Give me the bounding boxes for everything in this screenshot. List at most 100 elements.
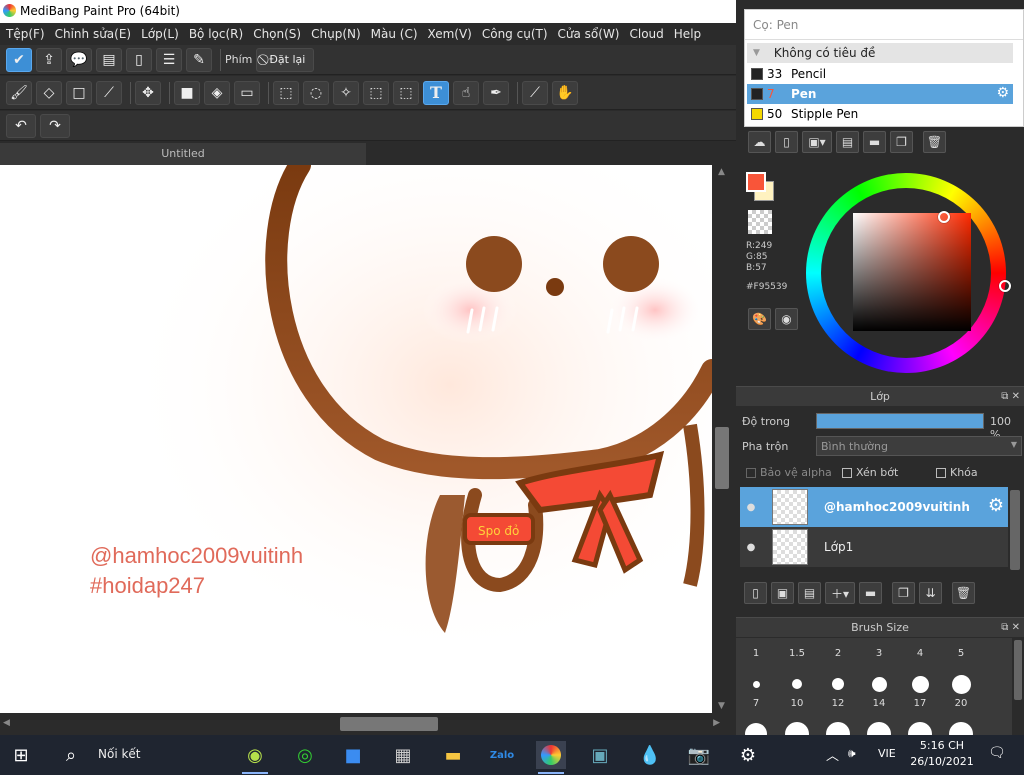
brush-item-stipple-pen[interactable]: 50 Stipple Pen	[747, 104, 1013, 124]
menu-layer[interactable]: Lớp(L)	[139, 27, 187, 41]
lock-checkbox[interactable]	[936, 467, 946, 478]
brush-size-preset[interactable]	[871, 676, 887, 692]
trash-icon[interactable]: 🗑	[923, 131, 946, 153]
trash-icon[interactable]: 🗑	[952, 582, 975, 604]
input-language[interactable]: VIE	[878, 747, 896, 760]
comment-icon[interactable]: 💬	[66, 47, 92, 72]
eyedropper-icon[interactable]: ⟋	[522, 80, 548, 105]
notification-icon[interactable]: 🗨	[988, 745, 1006, 761]
camera-icon[interactable]: 📷	[684, 741, 714, 769]
speaker-icon[interactable]: 🕪	[848, 746, 856, 761]
drawing-canvas[interactable]: Spo đỏ @hamhoc2009vuitinh #hoidap247	[0, 165, 712, 713]
horizontal-scroll-thumb[interactable]	[340, 717, 438, 731]
clipping-option[interactable]: Xén bớt	[842, 466, 898, 479]
menu-snap[interactable]: Chụp(N)	[309, 27, 369, 41]
menu-edit[interactable]: Chỉnh sửa(E)	[53, 27, 140, 41]
page-icon[interactable]: ▯	[126, 47, 152, 72]
medibang-icon[interactable]	[536, 741, 566, 774]
menu-file[interactable]: Tệp(F)	[4, 27, 53, 41]
scroll-up-icon[interactable]: ▲	[718, 167, 725, 177]
bucket-icon[interactable]: ◈	[204, 80, 230, 105]
chat-icon[interactable]: ▤	[96, 47, 122, 72]
select-eraser-icon[interactable]: ⬚	[393, 80, 419, 105]
pen-icon[interactable]: ✒	[483, 80, 509, 105]
folder-icon[interactable]: ▬	[859, 582, 882, 604]
lock-option[interactable]: Khóa	[936, 466, 978, 479]
folder-icon[interactable]: ▬	[863, 131, 886, 153]
share-icon[interactable]: ⇪	[36, 47, 62, 72]
gear-icon[interactable]: ⚙	[996, 85, 1009, 101]
scroll-down-icon[interactable]: ▼	[718, 701, 725, 711]
color-settings-icon[interactable]: ◉	[775, 308, 798, 330]
search-icon[interactable]: ⌕	[56, 741, 86, 769]
brush-item-pencil[interactable]: 33 Pencil	[747, 64, 1013, 84]
brush-size-preset[interactable]	[752, 680, 760, 688]
menu-help[interactable]: Help	[672, 27, 709, 41]
chevron-up-icon[interactable]: ︿	[826, 745, 839, 764]
protect-alpha-checkbox[interactable]	[746, 467, 756, 478]
clipping-checkbox[interactable]	[842, 467, 852, 478]
menu-tools[interactable]: Công cụ(T)	[480, 27, 556, 41]
list-icon[interactable]: ☰	[156, 47, 182, 72]
color-wheel[interactable]	[806, 167, 1011, 379]
visibility-icon[interactable]: ●	[740, 542, 762, 553]
blend-mode-select[interactable]: Bình thường ▼	[816, 436, 1022, 456]
undo-icon[interactable]: ↶	[6, 113, 36, 138]
edit-icon[interactable]: ✎	[186, 47, 212, 72]
vertical-scroll-thumb[interactable]	[715, 427, 729, 489]
add-layer-menu-icon[interactable]: ＋▾	[825, 582, 855, 604]
move-icon[interactable]: ✥	[135, 80, 161, 105]
cloud-download-icon[interactable]: ☁	[748, 131, 771, 153]
menu-select[interactable]: Chọn(S)	[251, 27, 309, 41]
operation-icon[interactable]: ☝	[453, 80, 479, 105]
protect-alpha-option[interactable]: Bảo vệ alpha	[746, 466, 832, 479]
menu-cloud[interactable]: Cloud	[628, 27, 672, 41]
menu-color[interactable]: Màu (C)	[369, 27, 426, 41]
color-picker-handle[interactable]	[938, 211, 950, 223]
transparent-color-swatch[interactable]	[748, 210, 772, 234]
menu-window[interactable]: Cửa sổ(W)	[556, 27, 628, 41]
text-icon[interactable]: T	[423, 80, 449, 105]
saturation-value-square[interactable]	[853, 213, 971, 331]
file-explorer-icon[interactable]: ▬	[438, 741, 468, 769]
select-rect-icon[interactable]: ⬚	[273, 80, 299, 105]
reset-button[interactable]: ⃠ Đặt lại	[256, 47, 315, 72]
panel-popout-close-icon[interactable]: ⧉ ✕	[1001, 387, 1020, 407]
menu-view[interactable]: Xem(V)	[426, 27, 480, 41]
duplicate-icon[interactable]: ❐	[892, 582, 915, 604]
merge-down-icon[interactable]: ⇊	[919, 582, 942, 604]
rectangle-icon[interactable]: □	[66, 80, 92, 105]
eraser-icon[interactable]: ◇	[36, 80, 62, 105]
calculator-icon[interactable]: ▦	[388, 741, 418, 769]
browser-icon[interactable]: ◎	[290, 741, 320, 769]
check-icon[interactable]: ✔	[6, 47, 32, 72]
select-pen-icon[interactable]: ⬚	[363, 80, 389, 105]
new-brush-icon[interactable]: ▯	[775, 131, 798, 153]
brush-settings-icon[interactable]: ▤	[836, 131, 859, 153]
brush-item-pen[interactable]: 7 Pen ⚙	[747, 84, 1013, 104]
paint-drop-icon[interactable]: 💧	[635, 741, 665, 769]
brush-group[interactable]: ▼ Không có tiêu đề	[747, 43, 1013, 63]
new-layer-icon[interactable]: ▯	[744, 582, 767, 604]
windows-start-icon[interactable]: ⊞	[6, 741, 36, 769]
redo-icon[interactable]: ↷	[40, 113, 70, 138]
palette-icon[interactable]: 🎨	[748, 308, 771, 330]
lasso-icon[interactable]: ◌	[303, 80, 329, 105]
scroll-left-icon[interactable]: ◀	[3, 718, 10, 728]
scroll-right-icon[interactable]: ▶	[713, 718, 720, 728]
opacity-slider[interactable]	[816, 413, 984, 429]
layer-item-watermark[interactable]: ● @hamhoc2009vuitinh ⚙	[740, 487, 1008, 527]
fill-rect-icon[interactable]: ■	[174, 80, 200, 105]
horizontal-scrollbar[interactable]: ◀ ▶	[0, 713, 732, 735]
brush-icon[interactable]: 🖌	[6, 80, 32, 105]
hue-handle[interactable]	[999, 280, 1011, 292]
add-brush-menu-icon[interactable]: ▣▾	[802, 131, 832, 153]
hand-icon[interactable]: ✋	[552, 80, 578, 105]
panel-popout-close-icon[interactable]: ⧉ ✕	[1001, 618, 1020, 638]
brush-size-preset[interactable]	[951, 674, 971, 694]
gear-icon[interactable]: ⚙	[988, 495, 1004, 516]
menu-filter[interactable]: Bộ lọc(R)	[187, 27, 251, 41]
line-icon[interactable]: ⟋	[96, 80, 122, 105]
photos-icon[interactable]: ▣	[585, 741, 615, 769]
canvas-tab[interactable]: Untitled	[0, 143, 366, 165]
